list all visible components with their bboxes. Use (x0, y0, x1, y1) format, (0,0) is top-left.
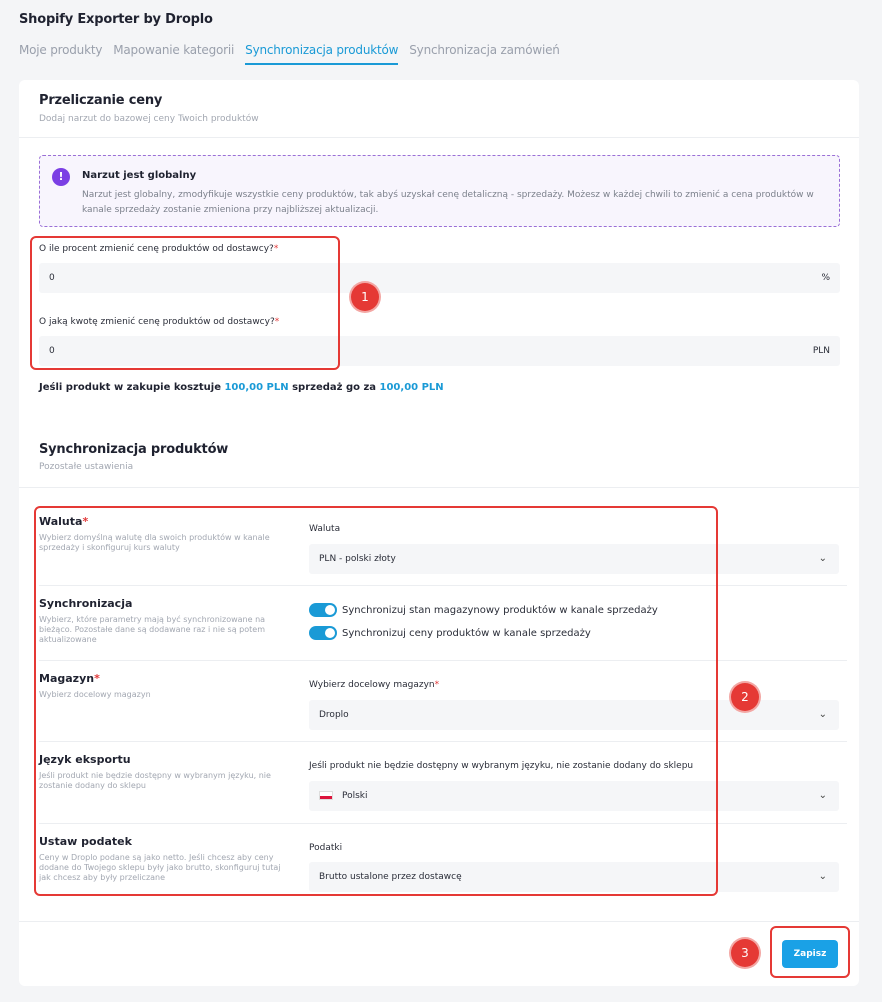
synchronization-desc: Wybierz, które parametry mają być synchr… (39, 615, 266, 644)
stock-sync-toggle-row: Synchronizuj stan magazynowy produktów w… (309, 603, 658, 617)
language-select[interactable]: Polski ⌄ (309, 781, 839, 811)
exclamation-icon: ! (52, 168, 70, 186)
tax-field-label: Podatki (309, 843, 343, 853)
chevron-down-icon: ⌄ (818, 871, 827, 882)
stock-sync-toggle[interactable] (309, 603, 337, 617)
tab-product-sync[interactable]: Synchronizacja produktów (245, 43, 398, 65)
tab-bar: Moje produkty Mapowanie kategorii Synchr… (19, 43, 571, 65)
warehouse-field-label: Wybierz docelowy magazyn* (309, 680, 440, 690)
sync-section-subtitle: Pozostałe ustawienia (39, 462, 134, 472)
buy-price: 100,00 PLN (224, 382, 289, 393)
language-desc: Jeśli produkt nie będzie dostępny w wybr… (39, 771, 271, 790)
annotation-marker-2: 2 (731, 683, 759, 711)
price-summary: Jeśli produkt w zakupie kosztuje 100,00 … (39, 382, 444, 393)
price-sync-toggle[interactable] (309, 626, 337, 640)
stock-sync-label: Synchronizuj stan magazynowy produktów w… (342, 604, 658, 616)
chevron-down-icon: ⌄ (818, 790, 827, 801)
divider (19, 137, 859, 138)
poland-flag-icon (319, 791, 333, 800)
annotation-marker-3: 3 (731, 939, 759, 967)
percent-label: O ile procent zmienić cenę produktów od … (39, 244, 279, 254)
app-title: Shopify Exporter by Droplo (19, 12, 213, 27)
amount-label: O jaką kwotę zmienić cenę produktów od d… (39, 317, 280, 327)
tax-select[interactable]: Brutto ustalone przez dostawcę ⌄ (309, 862, 839, 892)
chevron-down-icon: ⌄ (818, 553, 827, 564)
currency-title: Waluta* (39, 515, 89, 528)
divider (19, 921, 859, 922)
save-button[interactable]: Zapisz (782, 940, 838, 968)
price-section-title: Przeliczanie ceny (39, 93, 163, 108)
notice-title: Narzut jest globalny (82, 170, 197, 181)
row-divider (39, 585, 847, 586)
sell-price: 100,00 PLN (379, 382, 444, 393)
percent-suffix: % (821, 273, 830, 283)
tab-my-products[interactable]: Moje produkty (19, 43, 102, 65)
annotation-marker-1: 1 (351, 283, 379, 311)
language-field-label: Jeśli produkt nie będzie dostępny w wybr… (309, 761, 694, 771)
percent-input[interactable]: 0 % (39, 263, 840, 293)
amount-input[interactable]: 0 PLN (39, 336, 840, 366)
warehouse-title: Magazyn* (39, 672, 100, 685)
currency-field-label: Waluta (309, 524, 341, 534)
language-title: Język eksportu (39, 753, 131, 766)
price-sync-toggle-row: Synchronizuj ceny produktów w kanale spr… (309, 626, 591, 640)
synchronization-title: Synchronizacja (39, 597, 133, 610)
settings-card: Przeliczanie ceny Dodaj narzut do bazowe… (19, 80, 859, 986)
amount-suffix: PLN (812, 346, 830, 356)
warehouse-desc: Wybierz docelowy magazyn (39, 690, 151, 699)
currency-select[interactable]: PLN - polski złoty ⌄ (309, 544, 839, 574)
tax-desc: Ceny w Droplo podane są jako netto. Jeśl… (39, 853, 281, 882)
row-divider (39, 741, 847, 742)
row-divider (39, 823, 847, 824)
currency-desc: Wybierz domyślną walutę dla swoich produ… (39, 533, 270, 552)
global-markup-notice: ! Narzut jest globalny Narzut jest globa… (39, 155, 840, 227)
notice-text: Narzut jest globalny, zmodyfikuje wszyst… (82, 190, 814, 215)
tab-order-sync[interactable]: Synchronizacja zamówień (409, 43, 560, 65)
divider (19, 487, 859, 488)
tax-title: Ustaw podatek (39, 835, 132, 848)
price-section-subtitle: Dodaj narzut do bazowej ceny Twoich prod… (39, 114, 259, 124)
warehouse-select[interactable]: Droplo ⌄ (309, 700, 839, 730)
sync-section-title: Synchronizacja produktów (39, 442, 229, 457)
price-sync-label: Synchronizuj ceny produktów w kanale spr… (342, 627, 591, 639)
tab-category-mapping[interactable]: Mapowanie kategorii (113, 43, 234, 65)
row-divider (39, 660, 847, 661)
chevron-down-icon: ⌄ (818, 709, 827, 720)
